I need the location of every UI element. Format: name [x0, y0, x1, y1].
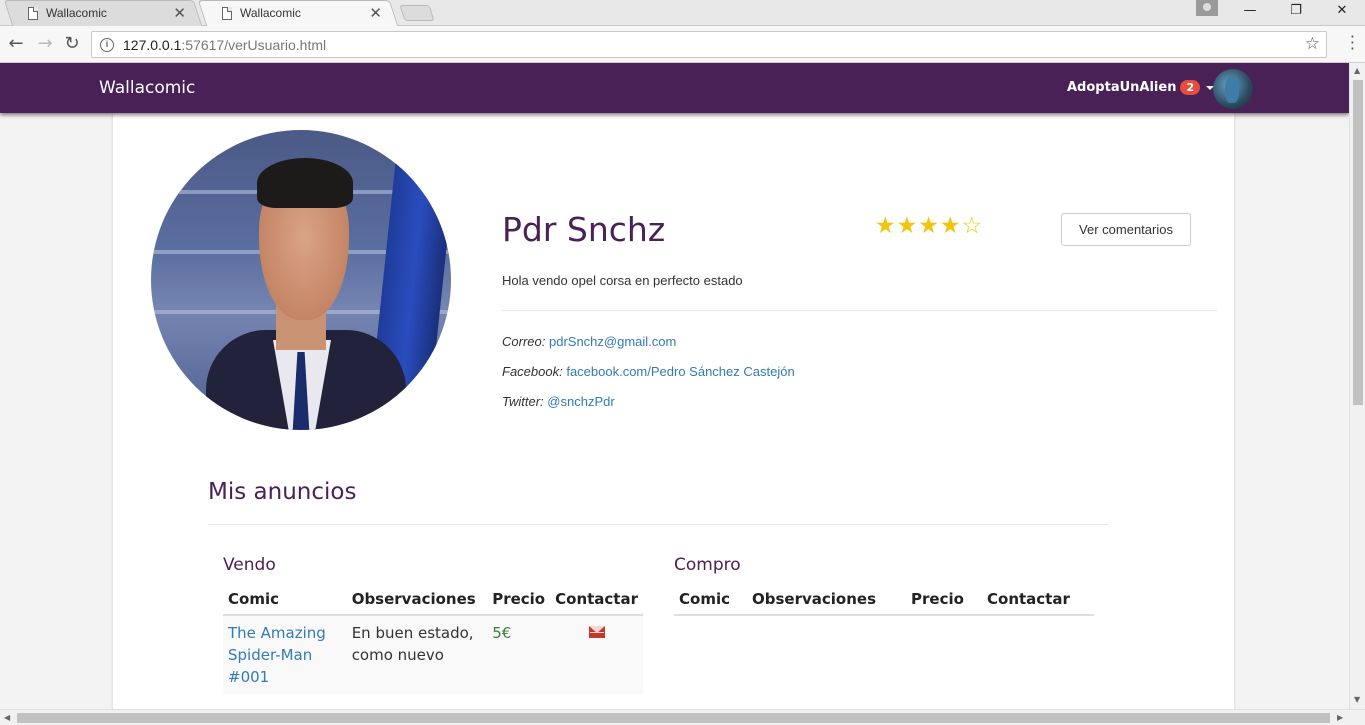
profile-description: Hola vendo opel corsa en perfecto estado [502, 273, 743, 288]
column-header: Observaciones [346, 585, 488, 616]
page-viewport: Wallacomic AdoptaUnAlien 2 Pdr Snchz ★★★… [0, 63, 1349, 709]
url-path: :57617/verUsuario.html [181, 36, 327, 53]
bookmark-star-icon[interactable]: ☆ [1305, 34, 1320, 54]
tab-title: Wallacomic [46, 6, 107, 20]
info-icon[interactable]: i [100, 37, 114, 52]
sell-table: Comic Observaciones Precio Contactar The… [223, 585, 643, 694]
minimize-icon[interactable]: — [1227, 0, 1273, 26]
comic-link[interactable]: The Amazing Spider-Man #001 [228, 622, 328, 688]
view-comments-button[interactable]: Ver comentarios [1061, 213, 1191, 246]
browser-tab-strip: Wallacomic ✕ Wallacomic ✕ — ❐ ✕ [0, 0, 1365, 26]
contact-label: Correo: [502, 334, 546, 349]
browser-tab-2[interactable]: Wallacomic ✕ [197, 0, 399, 26]
page-icon [28, 6, 38, 20]
buy-table: Comic Observaciones Precio Contactar [674, 585, 1094, 616]
reload-icon[interactable]: ↻ [62, 33, 82, 54]
url-field[interactable]: i 127.0.0.1:57617/verUsuario.html ☆ [91, 31, 1327, 58]
address-bar: ← → ↻ i 127.0.0.1:57617/verUsuario.html … [0, 26, 1365, 63]
scroll-right-icon[interactable]: ▶ [1337, 713, 1343, 722]
twitter-link[interactable]: @snchzPdr [547, 394, 614, 409]
contact-facebook: Facebook: facebook.com/Pedro Sánchez Cas… [502, 364, 795, 379]
profile-name: Pdr Snchz [502, 210, 666, 249]
contact-email: Correo: pdrSnchz@gmail.com [502, 334, 676, 349]
contact-label: Twitter: [502, 394, 544, 409]
close-tab-icon[interactable]: ✕ [369, 4, 382, 22]
profile-photo [151, 130, 451, 430]
main-content: Pdr Snchz ★★★★☆ Ver comentarios Hola ven… [113, 113, 1234, 709]
mail-icon[interactable] [588, 626, 605, 638]
url-host: 127.0.0.1 [123, 36, 182, 53]
notification-badge: 2 [1180, 80, 1201, 95]
scrollbar-thumb[interactable] [1353, 80, 1363, 405]
scroll-up-icon[interactable]: ▲ [1354, 66, 1360, 75]
divider [502, 310, 1217, 311]
column-header: Observaciones [747, 585, 906, 616]
facebook-link[interactable]: facebook.com/Pedro Sánchez Castejón [566, 364, 794, 379]
divider [208, 524, 1108, 525]
page-icon [222, 6, 232, 20]
column-header: Comic [674, 585, 747, 616]
user-menu-dropdown[interactable]: AdoptaUnAlien 2 [1067, 80, 1215, 95]
back-icon[interactable]: ← [6, 33, 26, 54]
close-window-icon[interactable]: ✕ [1319, 0, 1365, 26]
contact-label: Facebook: [502, 364, 563, 379]
comic-notes: En buen estado, como nuevo [351, 624, 474, 664]
vertical-scrollbar[interactable]: ▲ ▼ [1349, 63, 1365, 709]
column-header: Contactar [550, 585, 643, 616]
new-tab-button[interactable] [399, 5, 435, 21]
browser-tab-1[interactable]: Wallacomic ✕ [3, 0, 203, 26]
column-header: Precio [487, 585, 551, 616]
restore-icon[interactable]: ❐ [1273, 0, 1319, 26]
buy-title: Compro [674, 555, 741, 575]
username: AdoptaUnAlien [1067, 80, 1177, 95]
tab-title: Wallacomic [240, 6, 301, 20]
column-header: Precio [906, 585, 982, 616]
column-header: Contactar [982, 585, 1094, 616]
brand-link[interactable]: Wallacomic [99, 78, 195, 98]
column-header: Comic [223, 585, 347, 616]
profile-icon[interactable] [1196, 0, 1218, 16]
forward-icon[interactable]: → [35, 33, 55, 54]
avatar[interactable] [1213, 69, 1253, 109]
scrollbar-thumb[interactable] [17, 713, 1330, 723]
sell-title: Vendo [223, 555, 276, 575]
scroll-down-icon[interactable]: ▼ [1354, 695, 1360, 704]
scroll-left-icon[interactable]: ◀ [4, 713, 10, 722]
close-tab-icon[interactable]: ✕ [173, 4, 186, 22]
browser-menu-icon[interactable]: · · · [1350, 29, 1355, 57]
contact-twitter: Twitter: @snchzPdr [502, 394, 615, 409]
site-navbar: Wallacomic AdoptaUnAlien 2 [0, 63, 1349, 113]
horizontal-scrollbar[interactable]: ◀ ▶ [0, 709, 1365, 725]
rating-stars: ★★★★☆ [875, 213, 984, 239]
ads-section-title: Mis anuncios [208, 479, 357, 505]
email-link[interactable]: pdrSnchz@gmail.com [549, 334, 676, 349]
table-row: The Amazing Spider-Man #001 En buen esta… [223, 615, 643, 694]
comic-price: 5€ [492, 624, 512, 642]
